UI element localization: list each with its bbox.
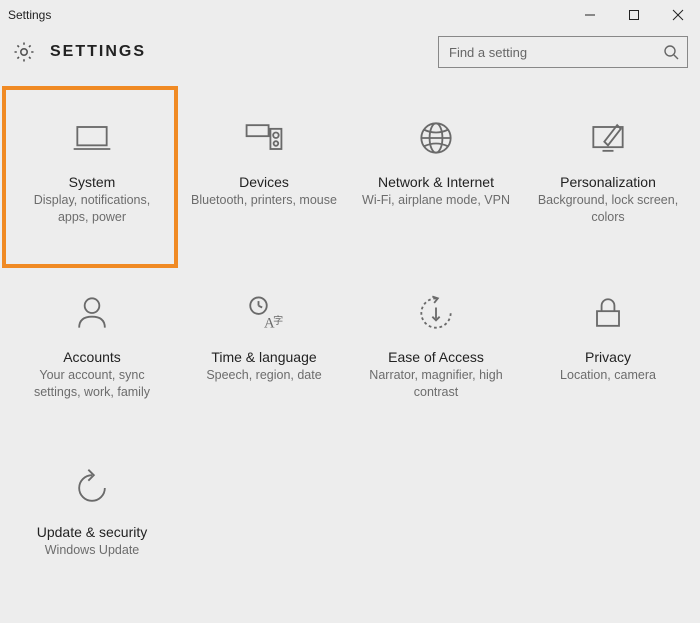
tile-desc: Display, notifications, apps, power — [14, 192, 170, 226]
tile-title: Devices — [239, 174, 289, 190]
tile-desc: Location, camera — [556, 367, 660, 384]
search-input[interactable] — [447, 44, 663, 61]
tile-desc: Background, lock screen, colors — [530, 192, 686, 226]
tile-title: Accounts — [63, 349, 121, 365]
tile-desc: Windows Update — [41, 542, 144, 559]
maximize-button[interactable] — [612, 1, 656, 29]
search-box[interactable] — [438, 36, 688, 68]
tile-desc: Narrator, magnifier, high contrast — [358, 367, 514, 401]
tile-desc: Bluetooth, printers, mouse — [187, 192, 341, 209]
tile-ease-of-access[interactable]: Ease of Access Narrator, magnifier, high… — [350, 273, 522, 448]
time-language-icon: A 字 — [242, 291, 286, 335]
window-titlebar: Settings — [0, 0, 700, 30]
svg-text:字: 字 — [273, 314, 283, 327]
tile-network[interactable]: Network & Internet Wi-Fi, airplane mode,… — [350, 98, 522, 273]
settings-grid: System Display, notifications, apps, pow… — [0, 78, 700, 623]
tile-desc: Speech, region, date — [202, 367, 325, 384]
search-icon — [663, 44, 679, 60]
tile-title: System — [69, 174, 116, 190]
tile-title: Privacy — [585, 349, 631, 365]
accounts-icon — [70, 291, 114, 335]
ease-of-access-icon — [414, 291, 458, 335]
personalization-icon — [586, 116, 630, 160]
tile-title: Personalization — [560, 174, 656, 190]
header: SETTINGS — [0, 30, 700, 78]
globe-icon — [414, 116, 458, 160]
page-title: SETTINGS — [50, 43, 146, 61]
minimize-button[interactable] — [568, 1, 612, 29]
tile-accounts[interactable]: Accounts Your account, sync settings, wo… — [6, 273, 178, 448]
update-icon — [70, 466, 114, 510]
tile-personalization[interactable]: Personalization Background, lock screen,… — [522, 98, 694, 273]
window-title: Settings — [8, 8, 51, 22]
tile-desc: Your account, sync settings, work, famil… — [14, 367, 170, 401]
tile-privacy[interactable]: Privacy Location, camera — [522, 273, 694, 448]
tile-devices[interactable]: Devices Bluetooth, printers, mouse — [178, 98, 350, 273]
tile-time-language[interactable]: A 字 Time & language Speech, region, date — [178, 273, 350, 448]
gear-icon — [12, 40, 36, 64]
tile-title: Ease of Access — [388, 349, 484, 365]
close-button[interactable] — [656, 1, 700, 29]
tile-update-security[interactable]: Update & security Windows Update — [6, 448, 178, 623]
devices-icon — [242, 116, 286, 160]
tile-title: Update & security — [37, 524, 148, 540]
tile-title: Time & language — [211, 349, 316, 365]
system-icon — [70, 116, 114, 160]
tile-system[interactable]: System Display, notifications, apps, pow… — [6, 98, 178, 273]
tile-desc: Wi-Fi, airplane mode, VPN — [358, 192, 514, 209]
tile-title: Network & Internet — [378, 174, 494, 190]
lock-icon — [586, 291, 630, 335]
